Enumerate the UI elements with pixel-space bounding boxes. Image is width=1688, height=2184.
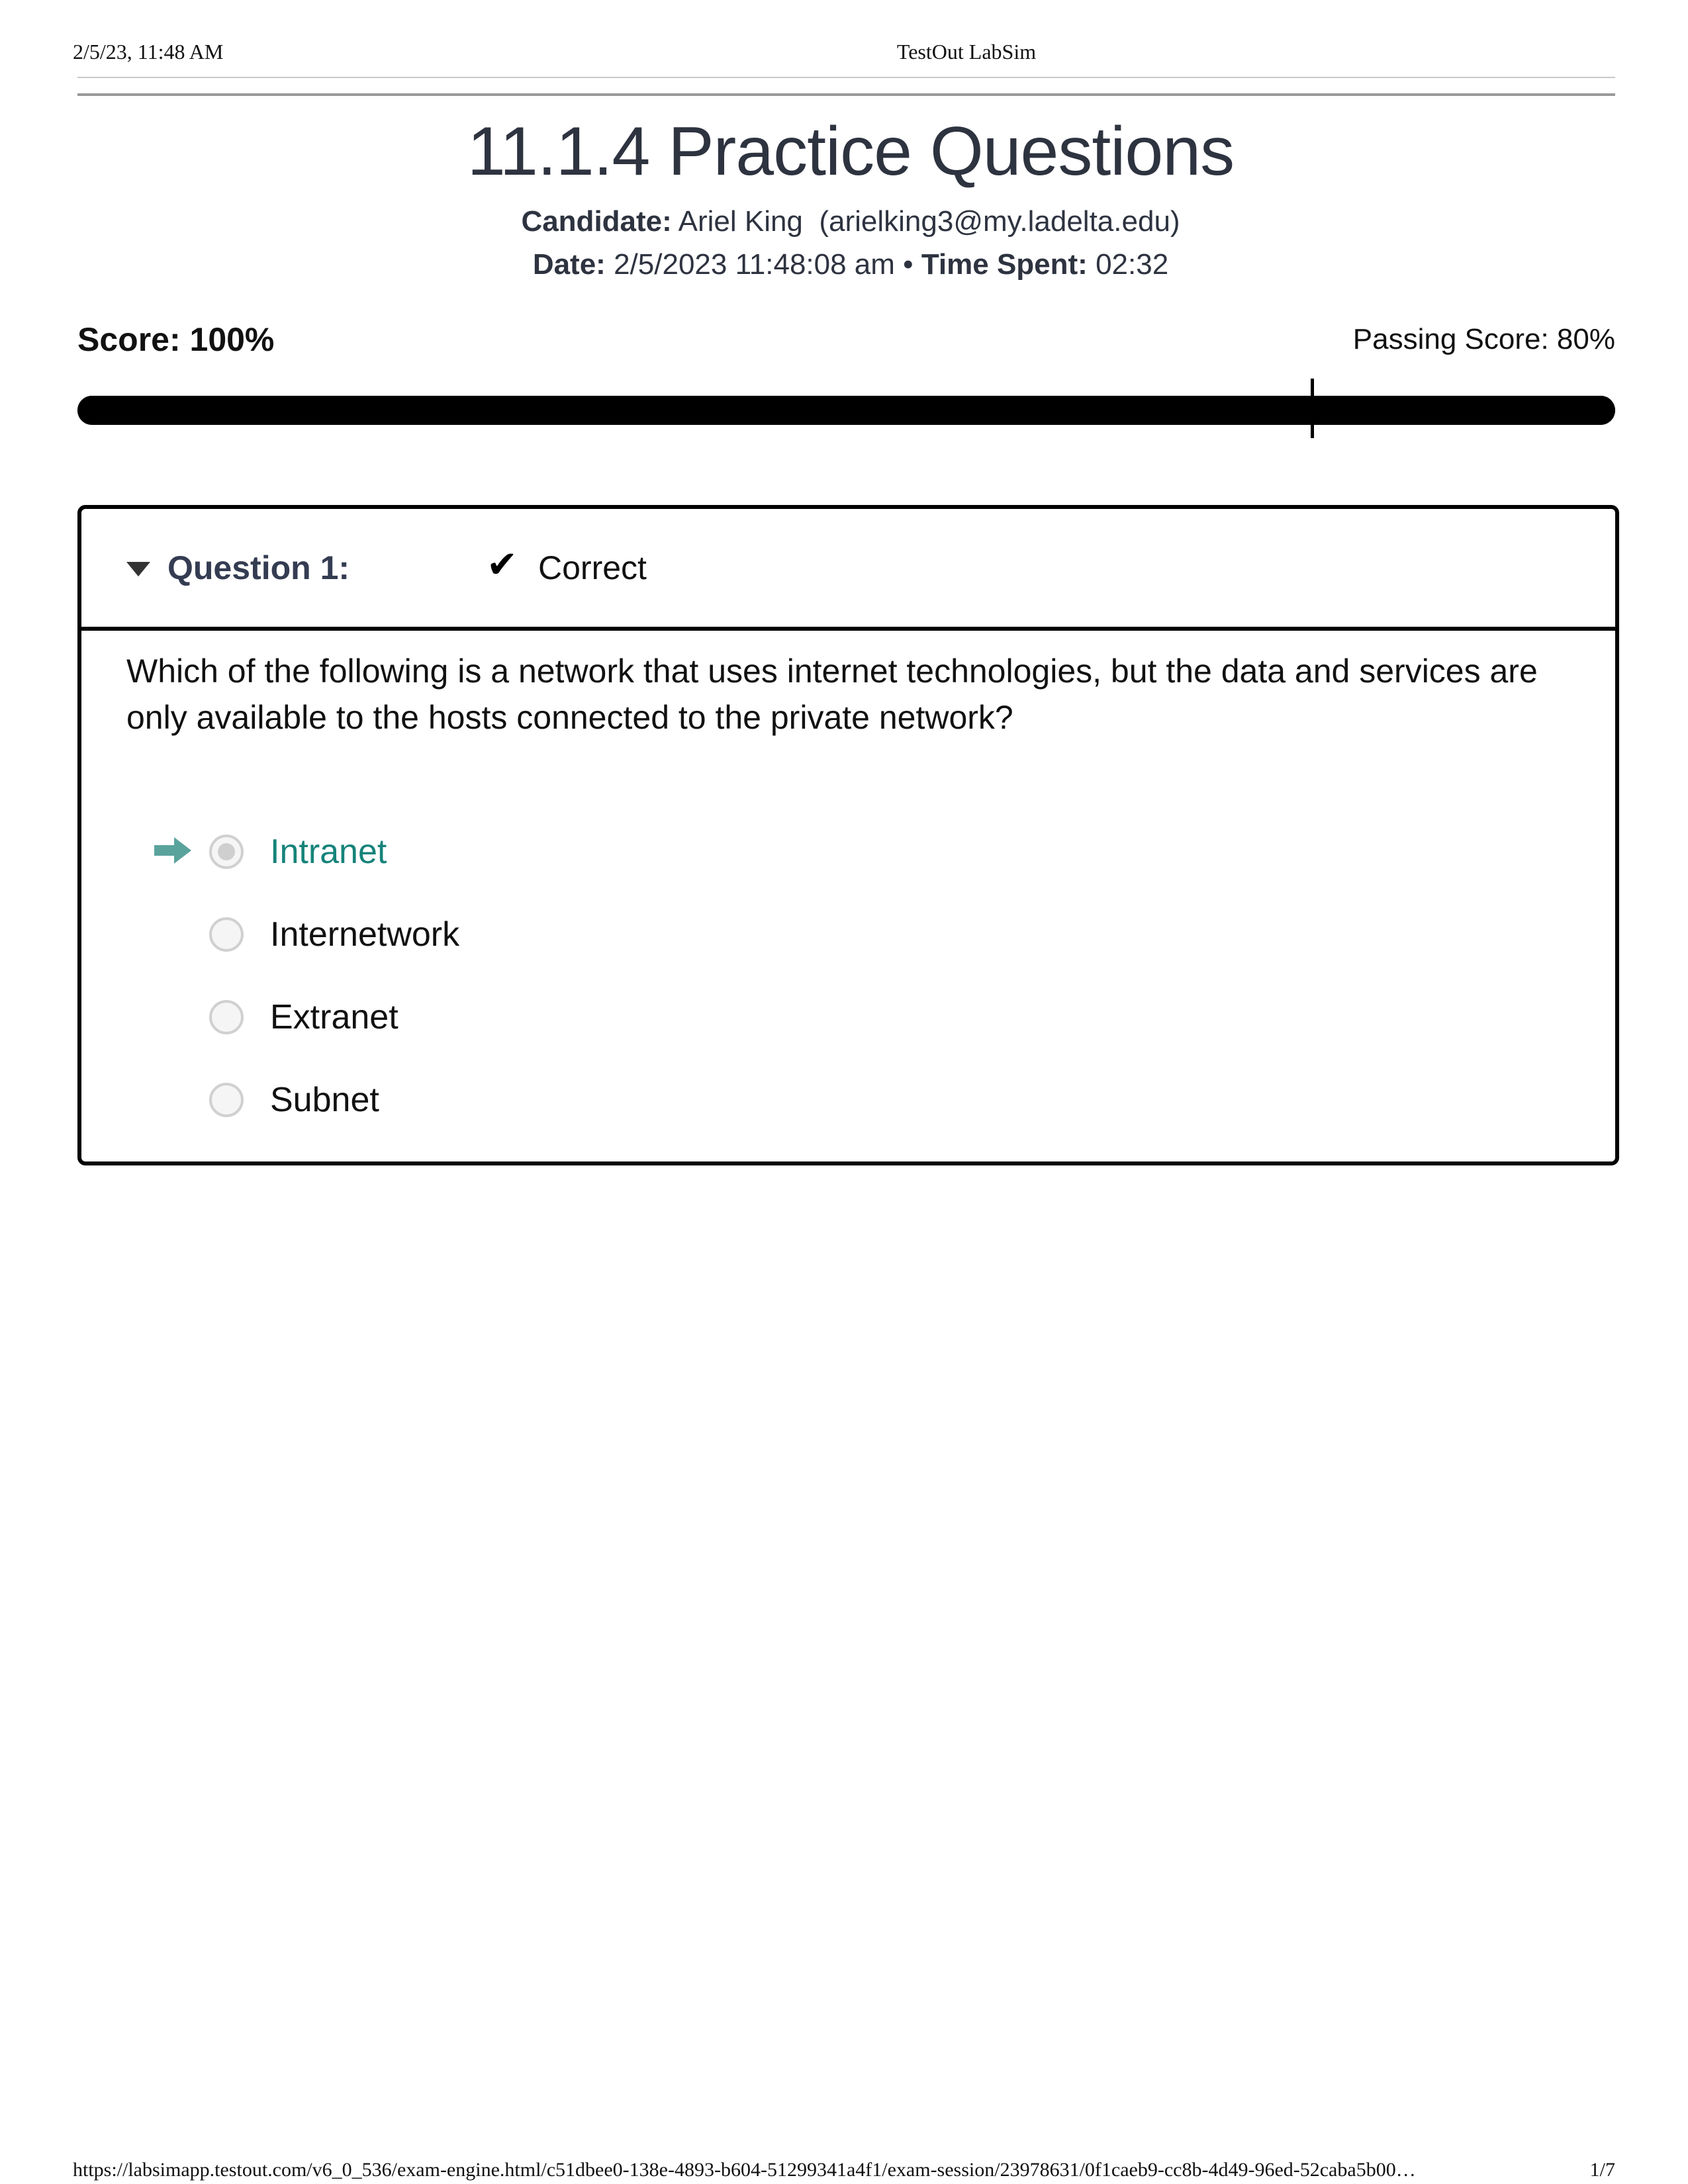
time-spent-value: 02:32: [1096, 248, 1169, 281]
candidate-line: Candidate: Ariel King (arielking3@my.lad…: [0, 205, 1688, 238]
question-label[interactable]: Question 1:: [167, 549, 350, 587]
date-value: 2/5/2023 11:48:08 am: [614, 248, 895, 281]
radio-selected-dot: [218, 843, 235, 860]
header-divider: [77, 77, 1615, 78]
checkmark-icon: ✔: [487, 543, 518, 586]
answer-radio[interactable]: [209, 1000, 244, 1034]
selected-answer-arrow-icon: [154, 837, 191, 864]
answer-option[interactable]: Extranet: [81, 992, 876, 1045]
score-progress-bar: [77, 396, 1615, 425]
date-line: Date: 2/5/2023 11:48:08 am • Time Spent:…: [0, 248, 1688, 281]
answer-option[interactable]: Subnet: [81, 1075, 876, 1128]
answer-option[interactable]: Intranet: [81, 827, 876, 880]
page-title: 11.1.4 Practice Questions: [467, 113, 1235, 190]
question-status: Correct: [538, 549, 647, 586]
header-divider-thick: [77, 93, 1615, 96]
passing-score-marker: [1311, 379, 1315, 438]
answer-label[interactable]: Intranet: [270, 827, 387, 877]
print-footer-page-number: 1/7: [1589, 2159, 1615, 2181]
print-header-title: TestOut LabSim: [896, 40, 1037, 64]
passing-score-label: Passing Score: 80%: [1352, 323, 1615, 355]
meta-separator: •: [903, 248, 914, 281]
answer-radio[interactable]: [209, 1083, 244, 1117]
answer-radio[interactable]: [209, 917, 244, 952]
answer-radio[interactable]: [209, 835, 244, 869]
date-label: Date:: [532, 248, 606, 281]
print-footer-url: https://labsimapp.testout.com/v6_0_536/e…: [73, 2159, 1416, 2181]
caret-down-icon[interactable]: [126, 562, 150, 576]
score-label: Score: 100%: [77, 321, 275, 358]
candidate-label: Candidate:: [521, 205, 672, 238]
candidate-value: Ariel King (arielking3@my.ladelta.edu): [678, 205, 1180, 238]
answer-label[interactable]: Extranet: [270, 992, 399, 1042]
question-header[interactable]: Question 1: ✔ Correct: [81, 509, 1615, 631]
time-spent-label: Time Spent:: [921, 248, 1088, 281]
score-progress-fill: [77, 396, 1615, 425]
question-card: Question 1: ✔ Correct Which of the follo…: [77, 505, 1619, 1165]
answer-label[interactable]: Internetwork: [270, 909, 459, 960]
question-text: Which of the following is a network that…: [126, 653, 1538, 736]
answer-label[interactable]: Subnet: [270, 1075, 379, 1125]
answer-option[interactable]: Internetwork: [81, 909, 876, 962]
